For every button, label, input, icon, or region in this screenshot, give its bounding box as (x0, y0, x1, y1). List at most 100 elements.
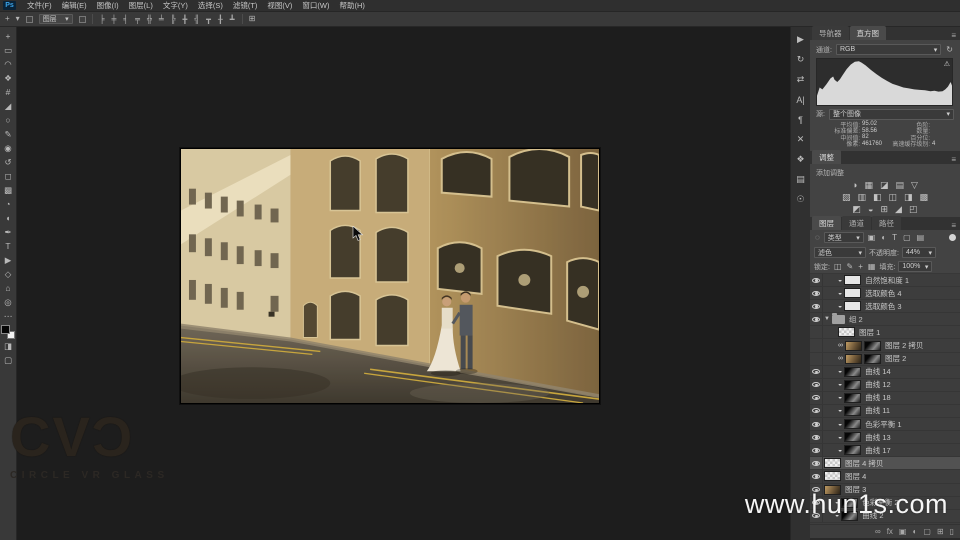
align-icon[interactable]: ╪ (111, 15, 118, 24)
menu-item[interactable]: 选择(S) (193, 0, 228, 12)
tab-channels[interactable]: 通道 (842, 216, 871, 230)
adjustment-preset-icon[interactable]: ▩ (920, 192, 929, 203)
layer-thumbnail[interactable] (844, 392, 862, 403)
delete-layer-icon[interactable]: ▯ (950, 527, 954, 536)
show-transform-checkbox[interactable] (78, 15, 86, 23)
filter-kind-icon[interactable]: T (891, 233, 898, 242)
document-canvas[interactable] (180, 148, 600, 404)
layer-name[interactable]: 曲线 18 (865, 392, 890, 403)
shape-tool[interactable]: ◇ (1, 267, 16, 281)
filter-kind-icon[interactable]: ▣ (867, 233, 877, 242)
tab-histogram[interactable]: 直方图 (849, 26, 886, 40)
visibility-toggle[interactable] (810, 444, 823, 457)
layer-row[interactable]: ▼ ∞ 图层 2 (810, 352, 960, 366)
zoom-tool[interactable]: ◎ (1, 295, 16, 309)
lasso-tool[interactable]: ◠ (1, 57, 16, 71)
auto-select-dropdown[interactable]: 图层 ▾ (38, 14, 73, 24)
layer-name[interactable]: 图层 2 拷贝 (885, 340, 923, 351)
layer-thumbnail[interactable] (824, 471, 841, 482)
healing-brush-tool[interactable]: ○ (1, 113, 16, 127)
visibility-toggle[interactable] (810, 326, 823, 339)
more-tools[interactable]: ⋯ (1, 309, 16, 323)
layer-row[interactable]: ▼ 图层 1 (810, 326, 960, 340)
layer-name[interactable]: 图层 1 (859, 327, 880, 338)
menu-item[interactable]: 滤镜(T) (228, 0, 263, 12)
visibility-toggle[interactable] (810, 470, 823, 483)
lock-icon[interactable]: ✎ (846, 262, 855, 271)
layer-thumbnail[interactable] (845, 353, 862, 364)
filter-kind-icon[interactable]: ◐ (880, 233, 887, 242)
opacity-dropdown[interactable]: 44% ▾ (901, 247, 936, 258)
layer-thumbnail[interactable] (844, 275, 862, 286)
align-icon[interactable]: ╬ (146, 15, 153, 24)
menu-item[interactable]: 文字(Y) (158, 0, 193, 12)
layer-row[interactable]: ▼ 图层 4 (810, 470, 960, 484)
quick-selection-tool[interactable]: ❖ (1, 71, 16, 85)
gradient-tool[interactable]: ▩ (1, 183, 16, 197)
layer-row[interactable]: ▼ ◒ 自然饱和度 1 (810, 274, 960, 288)
layer-thumbnail[interactable] (844, 379, 862, 390)
align-icon[interactable]: ┳ (205, 15, 212, 24)
menu-item[interactable]: 视图(V) (262, 0, 297, 12)
channel-dropdown[interactable]: RGB ▾ (835, 44, 942, 55)
new-adjustment-icon[interactable]: ◐ (912, 527, 917, 536)
visibility-toggle[interactable] (810, 431, 823, 444)
menu-item[interactable]: 帮助(H) (335, 0, 370, 12)
adjustment-preset-icon[interactable]: ◧ (873, 192, 882, 203)
group-caret-icon[interactable]: ▼ (824, 316, 830, 322)
brush-tool[interactable]: ✎ (1, 127, 16, 141)
new-layer-icon[interactable]: ⊞ (937, 527, 944, 536)
visibility-toggle[interactable] (810, 274, 823, 287)
adjustment-preset-icon[interactable]: ⊞ (880, 204, 888, 215)
filter-kind-icon[interactable]: ▢ (902, 233, 912, 242)
hand-tool[interactable]: ⌂ (1, 281, 16, 295)
character-panel-icon[interactable]: A| (793, 93, 809, 106)
screen-mode-icon[interactable]: ▢ (1, 353, 16, 367)
adjustment-preset-icon[interactable]: ◒ (868, 204, 873, 214)
visibility-toggle[interactable] (810, 300, 823, 313)
dodge-tool[interactable]: ◖ (1, 211, 16, 225)
panel-menu-icon[interactable]: ≡ (951, 221, 960, 230)
clone-source-panel-icon[interactable]: ⇄ (793, 73, 809, 86)
visibility-toggle[interactable] (810, 352, 823, 365)
adjustment-preset-icon[interactable]: ▧ (842, 192, 851, 203)
align-icon[interactable]: ╋ (181, 15, 188, 24)
visibility-toggle[interactable] (810, 313, 823, 326)
layer-mask-thumbnail[interactable] (864, 353, 881, 364)
quick-mask-icon[interactable]: ◨ (1, 339, 16, 353)
layer-name[interactable]: 曲线 12 (865, 379, 890, 390)
path-selection-tool[interactable]: ▶ (1, 253, 16, 267)
visibility-toggle[interactable] (810, 339, 823, 352)
blur-tool[interactable]: ◔ (1, 197, 16, 211)
visibility-toggle[interactable] (810, 404, 823, 418)
visibility-toggle[interactable] (810, 365, 823, 378)
layer-thumbnail[interactable] (844, 432, 862, 443)
pen-tool[interactable]: ✒ (1, 225, 16, 239)
adjustment-preset-icon[interactable]: ◑ (852, 180, 857, 190)
layer-row[interactable]: ▼ ◒ 曲线 12 (810, 378, 960, 392)
visibility-toggle[interactable] (810, 287, 823, 300)
lock-icon[interactable]: ◫ (833, 262, 843, 271)
layer-thumbnail[interactable] (831, 312, 845, 324)
align-icon[interactable]: ╧ (158, 15, 165, 24)
align-icon[interactable]: ╣ (193, 15, 200, 24)
layer-name[interactable]: 曲线 11 (865, 405, 890, 416)
layer-name[interactable]: 选取颜色 4 (865, 288, 901, 299)
layer-thumbnail[interactable] (844, 419, 862, 430)
layer-name[interactable]: 自然饱和度 1 (865, 275, 909, 286)
layer-thumbnail[interactable] (844, 445, 862, 456)
layer-row[interactable]: ▼ ◒ 选取颜色 4 (810, 287, 960, 301)
menu-item[interactable]: 文件(F) (22, 0, 57, 12)
layer-row[interactable]: ▼ ◒ 曲线 11 (810, 404, 960, 419)
layer-name[interactable]: 组 2 (849, 314, 863, 325)
layer-comps-panel-icon[interactable]: ▤ (793, 173, 809, 186)
layer-name[interactable]: 曲线 17 (865, 445, 890, 456)
type-tool[interactable]: T (1, 239, 16, 253)
layer-row[interactable]: ▼ ∞ 图层 2 拷贝 (810, 339, 960, 353)
menu-item[interactable]: 图层(L) (124, 0, 158, 12)
adjustment-preset-icon[interactable]: ◪ (880, 180, 889, 191)
layer-mask-thumbnail[interactable] (864, 340, 881, 351)
layer-style-icon[interactable]: fx (887, 527, 893, 536)
layer-name[interactable]: 图层 2 (885, 353, 906, 364)
add-mask-icon[interactable]: ▣ (899, 527, 907, 536)
